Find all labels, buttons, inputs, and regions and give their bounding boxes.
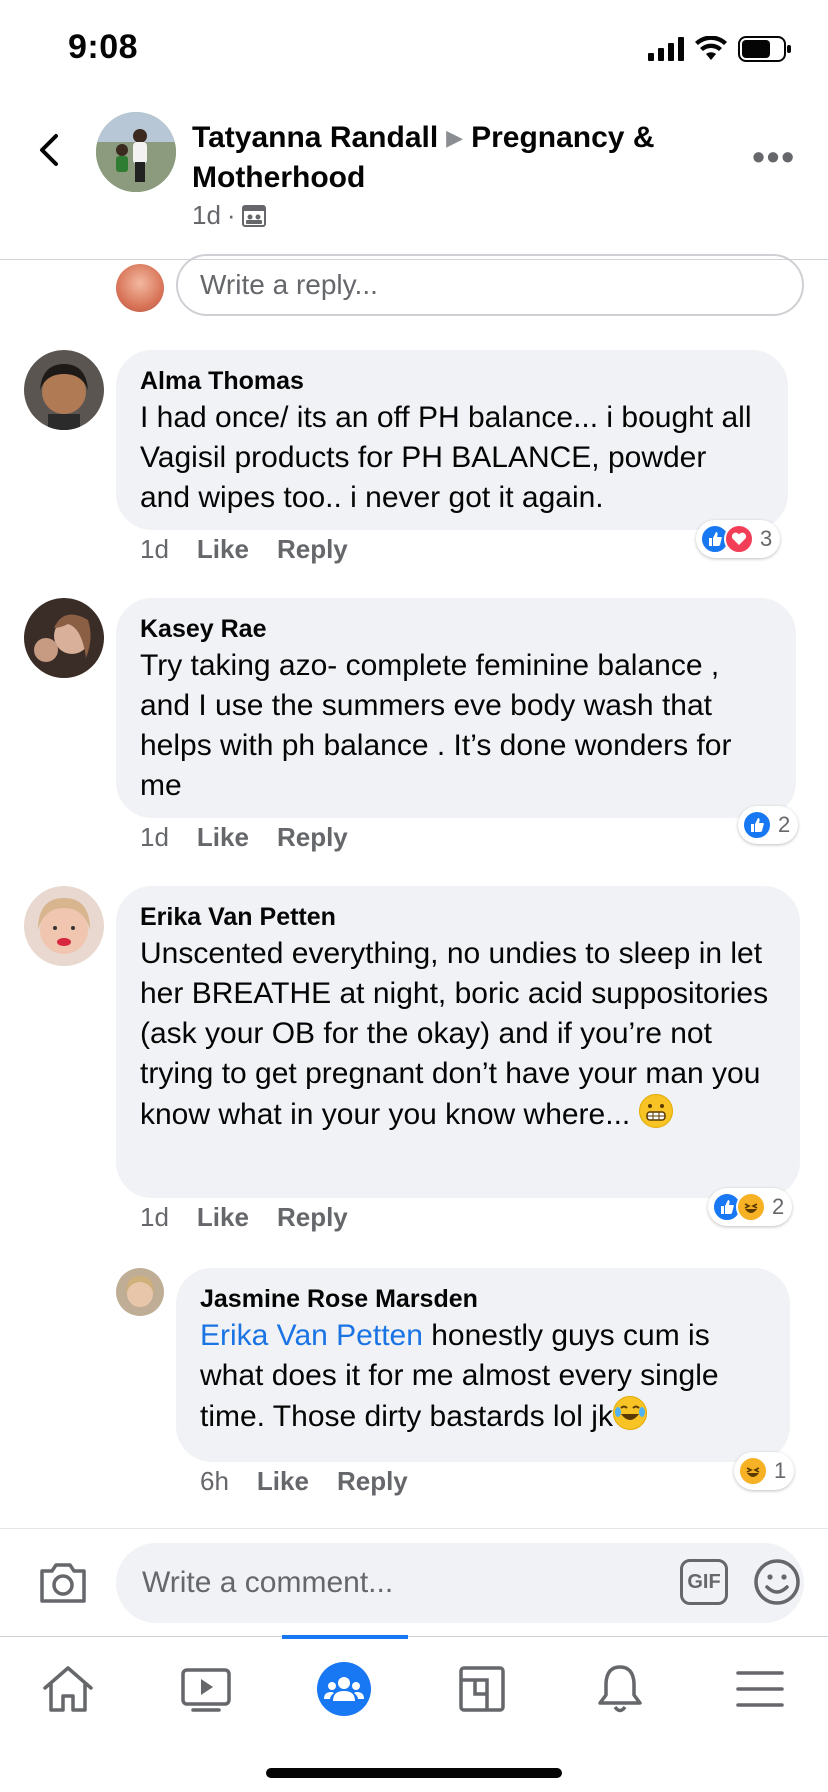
comment-bubble[interactable]: Kasey Rae Try taking azo- complete femin…	[116, 598, 796, 818]
wifi-icon	[695, 36, 727, 60]
commenter-avatar[interactable]	[116, 1268, 164, 1316]
back-arrow-icon[interactable]	[30, 130, 70, 170]
reply-button[interactable]: Reply	[277, 822, 348, 853]
like-icon	[742, 810, 772, 840]
battery-icon	[738, 36, 791, 62]
haha-icon	[738, 1456, 768, 1486]
tears-of-joy-emoji	[612, 1396, 647, 1430]
comment-actions: 1d Like Reply	[140, 822, 348, 853]
status-icons	[648, 36, 792, 62]
post-time: 1d	[192, 200, 221, 230]
comment-text: Unscented everything, no undies to sleep…	[140, 934, 776, 1135]
like-button[interactable]: Like	[257, 1466, 309, 1497]
notifications-icon[interactable]	[590, 1659, 650, 1719]
comment-time: 1d	[140, 822, 169, 852]
reply-row: Write a reply...	[0, 254, 828, 320]
emoji-icon[interactable]	[752, 1557, 802, 1607]
signal-icon	[648, 37, 684, 61]
comment-text: Try taking azo- complete feminine balanc…	[140, 649, 732, 802]
commenter-name[interactable]: Erika Van Petten	[140, 900, 776, 934]
comment-actions: 1d Like Reply	[140, 534, 348, 565]
reply-button[interactable]: Reply	[277, 1202, 348, 1233]
haha-icon	[736, 1192, 766, 1222]
home-icon[interactable]	[38, 1659, 98, 1719]
active-tab-indicator	[282, 1635, 408, 1639]
more-options-icon[interactable]: •••	[752, 136, 796, 178]
menu-icon[interactable]	[730, 1659, 790, 1719]
reaction-summary[interactable]: 1	[734, 1452, 795, 1490]
like-button[interactable]: Like	[197, 1202, 249, 1233]
current-user-avatar	[116, 264, 164, 312]
comment-time: 1d	[140, 534, 169, 564]
commenter-name[interactable]: Jasmine Rose Marsden	[200, 1282, 766, 1316]
group-audience-icon	[241, 204, 266, 227]
home-indicator[interactable]	[266, 1768, 562, 1778]
meta-separator: ·	[226, 200, 236, 230]
status-bar: 9:08	[0, 0, 828, 100]
like-button[interactable]: Like	[197, 822, 249, 853]
commenter-name[interactable]: Alma Thomas	[140, 364, 764, 398]
watch-icon[interactable]	[176, 1659, 236, 1719]
grimacing-face-emoji	[638, 1094, 673, 1128]
camera-icon[interactable]	[38, 1559, 88, 1605]
reply-button[interactable]: Reply	[337, 1466, 408, 1497]
post-meta: 1d ·	[192, 200, 266, 231]
triangle-right-icon: ▶	[446, 125, 464, 150]
reaction-summary[interactable]: 2	[738, 806, 799, 844]
reaction-count: 2	[778, 812, 791, 837]
comment-time: 6h	[200, 1466, 229, 1496]
comment-actions: 6h Like Reply	[200, 1466, 408, 1497]
commenter-avatar[interactable]	[24, 886, 104, 966]
comment-text: I had once/ its an off PH balance... i b…	[140, 401, 752, 514]
comment-time: 1d	[140, 1202, 169, 1232]
reaction-count: 3	[760, 526, 773, 551]
post-title: Tatyanna Randall ▶ Pregnancy & Motherhood	[192, 118, 712, 198]
author-name[interactable]: Tatyanna Randall	[192, 121, 438, 154]
pages-icon[interactable]	[452, 1659, 512, 1719]
commenter-name[interactable]: Kasey Rae	[140, 612, 772, 646]
comment-text-body: Unscented everything, no undies to sleep…	[140, 937, 769, 1131]
mention-link[interactable]: Erika Van Petten	[200, 1319, 423, 1352]
post-header: Tatyanna Randall ▶ Pregnancy & Motherhood …	[0, 100, 828, 260]
comment-text: Erika Van Petten honestly guys cum is wh…	[200, 1316, 766, 1437]
reaction-summary[interactable]: 3	[696, 520, 781, 558]
reaction-count: 1	[774, 1458, 787, 1483]
comment-actions: 1d Like Reply	[140, 1202, 348, 1233]
reply-button[interactable]: Reply	[277, 534, 348, 565]
comment-bubble[interactable]: Alma Thomas I had once/ its an off PH ba…	[116, 350, 788, 530]
reaction-count: 2	[772, 1194, 785, 1219]
love-icon	[724, 524, 754, 554]
commenter-avatar[interactable]	[24, 350, 104, 430]
commenter-avatar[interactable]	[24, 598, 104, 678]
status-time: 9:08	[68, 28, 139, 66]
reply-input[interactable]: Write a reply...	[176, 254, 804, 316]
like-button[interactable]: Like	[197, 534, 249, 565]
comment-composer: Write a comment... GIF	[0, 1528, 828, 1636]
groups-icon[interactable]	[314, 1659, 374, 1719]
reaction-summary[interactable]: 2	[708, 1188, 793, 1226]
author-avatar[interactable]	[96, 112, 176, 192]
comment-bubble[interactable]: Jasmine Rose Marsden Erika Van Petten ho…	[176, 1268, 790, 1462]
comment-bubble[interactable]: Erika Van Petten Unscented everything, n…	[116, 886, 800, 1198]
gif-button[interactable]: GIF	[680, 1559, 728, 1605]
